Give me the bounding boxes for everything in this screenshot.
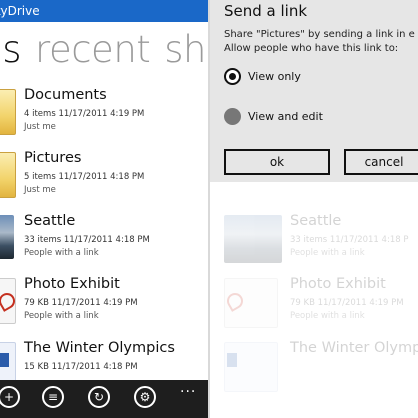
item-meta: 33 items 11/17/2011 4:18 PM: [24, 235, 150, 245]
dialog-body-line-2: Allow people who have this link to:: [224, 43, 399, 54]
item-meta: 4 items 11/17/2011 4:19 PM: [24, 109, 145, 119]
item-name: The Winter Olympics: [24, 340, 175, 356]
item-name: Pictures: [24, 150, 82, 166]
item-name: Seattle: [24, 213, 76, 229]
pdf-icon: [0, 278, 16, 324]
faded-list-item: Photo Exhibit 79 KB 11/17/2011 4:19 PM P…: [210, 276, 418, 336]
sync-button[interactable]: ↻: [88, 386, 110, 408]
app-title-bar: kyDrive: [0, 0, 208, 22]
item-meta: 79 KB 11/17/2011 4:19 PM: [290, 298, 404, 308]
pivot-recent[interactable]: recent: [35, 28, 151, 71]
list-item-photo-exhibit[interactable]: Photo Exhibit 79 KB 11/17/2011 4:19 PM P…: [0, 276, 208, 336]
item-name: Seattle: [290, 213, 342, 229]
ok-button[interactable]: ok: [224, 149, 330, 175]
list-item-documents[interactable]: Documents 4 items 11/17/2011 4:19 PM Jus…: [0, 87, 208, 147]
item-name: The Winter Olympic: [290, 340, 418, 356]
list-select-icon: ≡: [47, 390, 59, 404]
item-sharing: People with a link: [24, 311, 99, 321]
pivot-files[interactable]: es: [0, 28, 22, 71]
send-link-dialog: Send a link Share "Pictures" by sending …: [210, 0, 418, 182]
item-sharing: People with a link: [24, 248, 99, 258]
sync-icon: ↻: [93, 390, 105, 404]
list-item-pictures[interactable]: Pictures 5 items 11/17/2011 4:18 PM Just…: [0, 150, 208, 210]
pivot-shared[interactable]: sha: [164, 28, 208, 71]
item-name: Photo Exhibit: [290, 276, 386, 292]
item-sharing: People with a link: [290, 248, 365, 258]
word-doc-icon: [224, 342, 278, 392]
item-meta: 15 KB 11/17/2011 4:18 PM: [24, 362, 138, 372]
radio-view-only[interactable]: [224, 68, 241, 85]
cancel-button[interactable]: cancel: [344, 149, 418, 175]
add-icon: +: [3, 390, 15, 404]
option-view-only-label[interactable]: View only: [248, 70, 301, 83]
faded-list-item: The Winter Olympic: [210, 340, 418, 400]
folder-icon: [0, 89, 16, 135]
dialog-body-line-1: Share "Pictures" by sending a link in e: [224, 29, 415, 40]
photo-thumbnail: [0, 215, 14, 259]
option-view-edit-label[interactable]: View and edit: [248, 110, 323, 123]
radio-view-and-edit[interactable]: [224, 108, 241, 125]
list-item-seattle[interactable]: Seattle 33 items 11/17/2011 4:18 PM Peop…: [0, 213, 208, 273]
dialog-title: Send a link: [224, 2, 308, 20]
settings-button[interactable]: ⚙: [134, 386, 156, 408]
app-bar: + ≡ ↻ ⚙ ...: [0, 380, 208, 418]
faded-background-list: Seattle 33 items 11/17/2011 4:18 P Peopl…: [210, 182, 418, 418]
folder-icon: [0, 152, 16, 198]
gear-icon: ⚙: [139, 390, 151, 404]
more-options-button[interactable]: ...: [180, 380, 196, 396]
dialog-body: Share "Pictures" by sending a link in e …: [224, 28, 418, 56]
left-phone-screen: kyDrive es recent sha Documents 4 items 11…: [0, 0, 208, 418]
pivot-header: es recent sha: [0, 28, 208, 71]
item-meta: 5 items 11/17/2011 4:18 PM: [24, 172, 145, 182]
item-sharing: People with a link: [290, 311, 365, 321]
item-name: Documents: [24, 87, 107, 103]
item-name: Photo Exhibit: [24, 276, 120, 292]
item-meta: 33 items 11/17/2011 4:18 P: [290, 235, 409, 245]
item-sharing: Just me: [24, 185, 56, 195]
pdf-icon: [224, 278, 278, 328]
faded-list-item: Seattle 33 items 11/17/2011 4:18 P Peopl…: [210, 213, 418, 273]
item-sharing: Just me: [24, 122, 56, 132]
item-meta: 79 KB 11/17/2011 4:19 PM: [24, 298, 138, 308]
right-phone-screen: Send a link Share "Pictures" by sending …: [210, 0, 418, 418]
photo-thumbnail: [224, 215, 282, 263]
app-title: kyDrive: [0, 4, 40, 18]
add-button[interactable]: +: [0, 386, 20, 408]
select-button[interactable]: ≡: [42, 386, 64, 408]
